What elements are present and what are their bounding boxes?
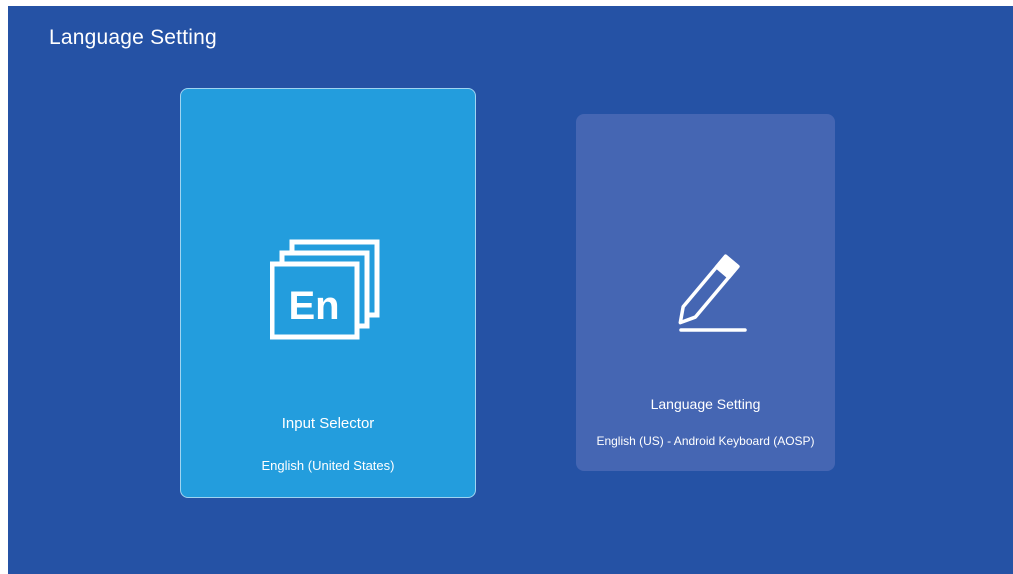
svg-text:En: En [288,284,339,328]
language-setting-card[interactable]: Language Setting English (US) - Android … [576,114,835,471]
language-setting-value: English (US) - Android Keyboard (AOSP) [596,434,815,448]
input-selector-card[interactable]: En Input Selector English (United States… [180,88,476,498]
language-setting-title: Language Setting [650,396,761,412]
input-selector-title: Input Selector [281,415,375,432]
language-setting-screen: Language Setting En Input Selector Engli… [8,6,1013,574]
pencil-icon [576,246,835,338]
input-selector-value: English (United States) [261,458,395,473]
language-en-icon: En [181,239,475,347]
page-title: Language Setting [49,26,217,49]
